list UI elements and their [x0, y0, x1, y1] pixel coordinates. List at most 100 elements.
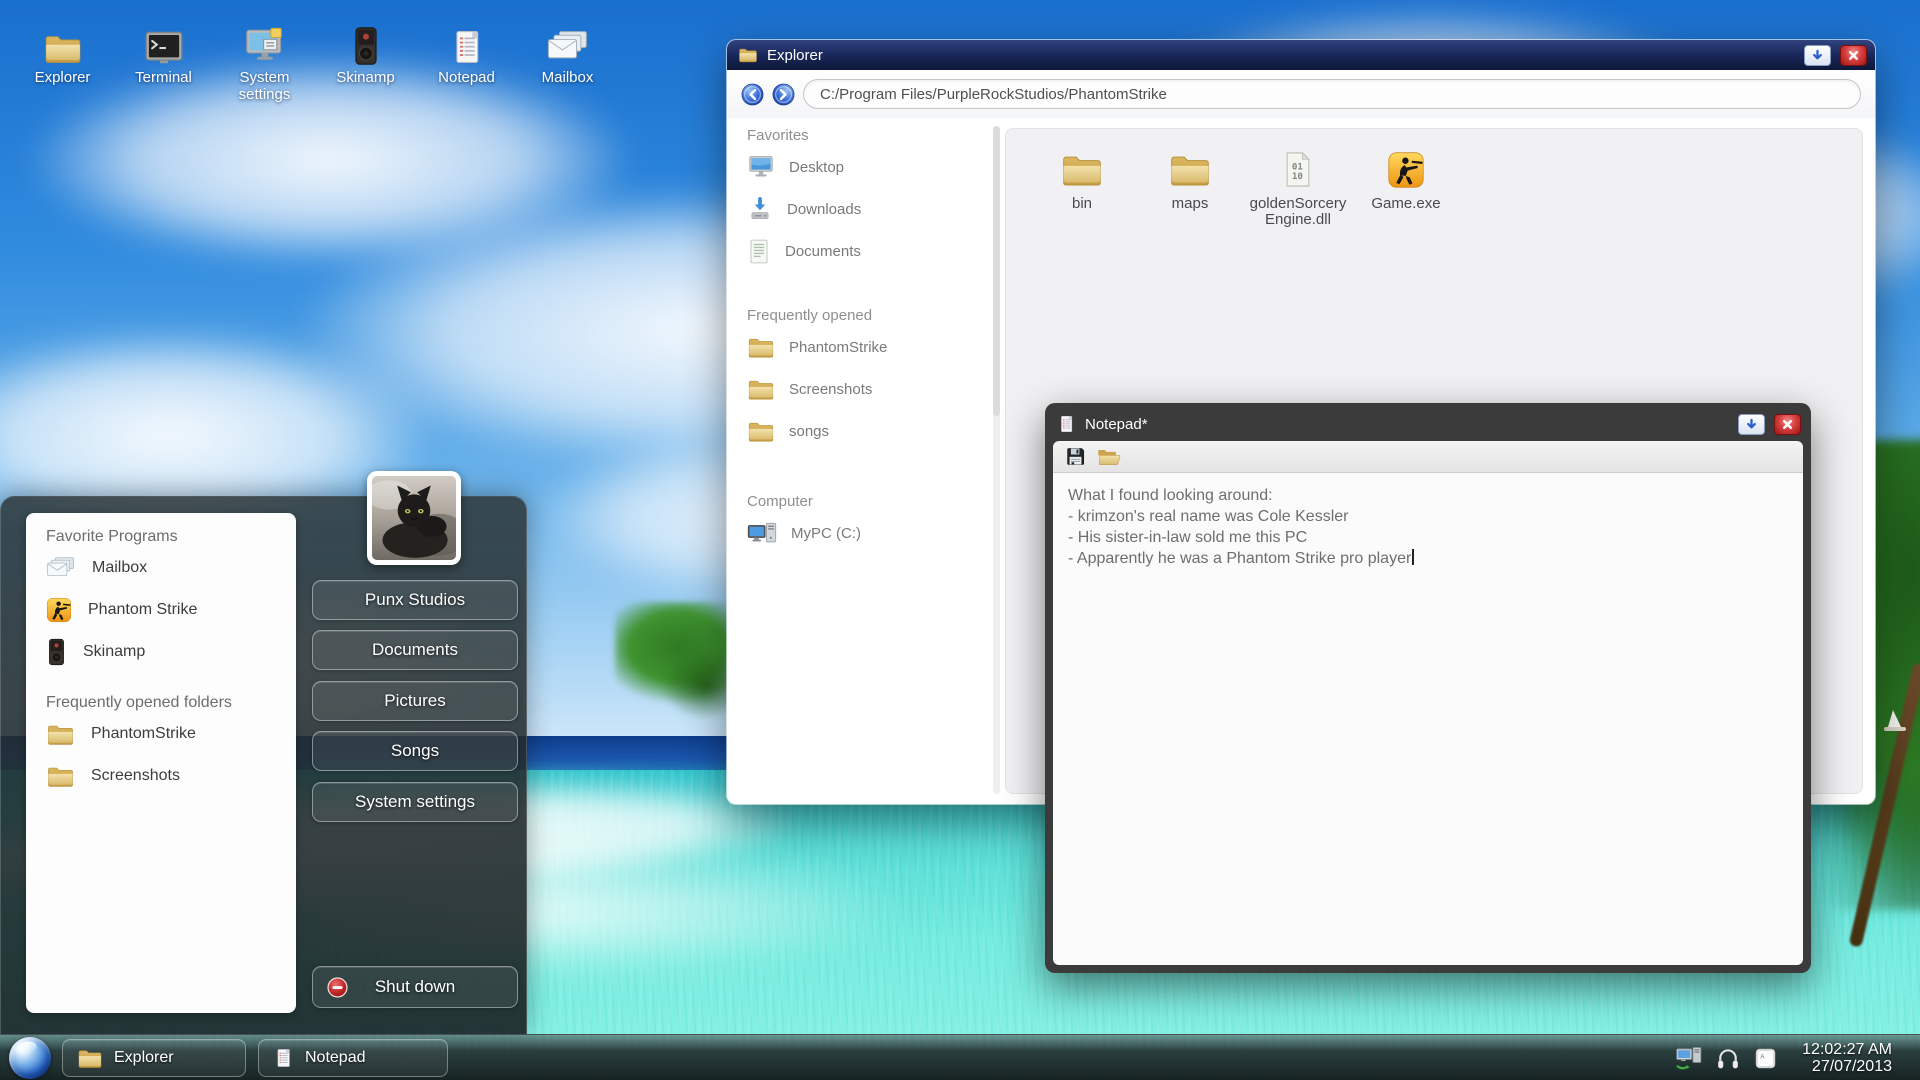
- user-avatar[interactable]: [367, 471, 461, 565]
- start-menu-section-header: Frequently opened folders: [46, 693, 296, 713]
- headphones-icon[interactable]: [1715, 1045, 1741, 1072]
- game-exe-icon: [46, 597, 72, 623]
- mail-stack-icon: [517, 20, 618, 66]
- start-menu-item-phantomstrike-folder[interactable]: PhantomStrike: [46, 713, 296, 755]
- start-menu-button-punx-studios[interactable]: Punx Studios: [312, 580, 518, 620]
- shutdown-button[interactable]: Shut down: [312, 966, 518, 1008]
- start-menu-item-label: Mailbox: [92, 559, 147, 577]
- save-icon: [1065, 446, 1086, 467]
- file-label: Game.exe: [1352, 196, 1460, 212]
- forward-button[interactable]: [772, 83, 795, 106]
- desktop-icon-mailbox[interactable]: Mailbox: [517, 20, 618, 103]
- desktop-icon-explorer[interactable]: Explorer: [12, 20, 113, 103]
- notepad-line-text: - Apparently he was a Phantom Strike pro…: [1068, 550, 1411, 567]
- minimize-button[interactable]: [1804, 45, 1831, 66]
- folder-icon: [12, 20, 113, 66]
- sidebar-item-label: Screenshots: [789, 381, 872, 398]
- system-settings-icon: [214, 20, 315, 66]
- window-title: Notepad*: [1085, 416, 1729, 433]
- start-menu-item-screenshots-folder[interactable]: Screenshots: [46, 755, 296, 797]
- folder-icon: [77, 1047, 103, 1070]
- sidebar-section-header: Computer: [747, 492, 993, 512]
- desktop-icon-label: Skinamp: [315, 69, 416, 86]
- forward-arrow-icon: [772, 83, 795, 106]
- sidebar-item-songs[interactable]: songs: [747, 410, 993, 452]
- game-exe-icon: [1352, 149, 1460, 189]
- start-menu-item-label: Screenshots: [91, 767, 180, 785]
- clock-time: 12:02:27 AM: [1802, 1041, 1892, 1058]
- file-label: goldenSorceryEngine.dll: [1244, 196, 1352, 228]
- minimize-button[interactable]: [1738, 414, 1765, 435]
- sidebar-item-label: songs: [789, 423, 829, 440]
- cat-photo: [372, 476, 456, 560]
- document-icon: [747, 238, 771, 265]
- desktop-icon-system-settings[interactable]: System settings: [214, 20, 315, 103]
- scrollbar-thumb[interactable]: [993, 126, 1000, 416]
- start-menu-list: Favorite Programs Mailbox Phantom Strike…: [26, 513, 296, 1013]
- explorer-titlebar[interactable]: Explorer: [727, 40, 1875, 70]
- desktop-icon-label: Explorer: [12, 69, 113, 86]
- notepad-titlebar[interactable]: Notepad*: [1053, 411, 1803, 441]
- folder-icon: [46, 764, 75, 789]
- desktop-icon-terminal[interactable]: Terminal: [113, 20, 214, 103]
- start-menu-item-mailbox[interactable]: Mailbox: [46, 547, 296, 589]
- desktop-icon-label: System settings: [214, 69, 315, 103]
- text-cursor: [1412, 549, 1414, 565]
- desktop-icon-notepad[interactable]: Notepad: [416, 20, 517, 103]
- open-button[interactable]: [1095, 444, 1121, 470]
- close-x-icon: [1846, 48, 1861, 63]
- desktop-icon-grid: Explorer Terminal System settings Skinam…: [12, 20, 618, 103]
- start-menu-item-phantom-strike[interactable]: Phantom Strike: [46, 589, 296, 631]
- sailboat-hull: [1884, 727, 1906, 731]
- sidebar-item-label: PhantomStrike: [789, 339, 887, 356]
- keyboard-key-icon[interactable]: [1753, 1046, 1778, 1071]
- task-label: Notepad: [305, 1049, 366, 1067]
- terminal-icon: [113, 20, 214, 66]
- sidebar-item-mypc[interactable]: MyPC (C:): [747, 512, 993, 554]
- file-item-maps[interactable]: maps: [1136, 149, 1244, 228]
- sidebar-item-screenshots[interactable]: Screenshots: [747, 368, 993, 410]
- sidebar-item-documents[interactable]: Documents: [747, 230, 993, 272]
- taskbar-task-explorer[interactable]: Explorer: [62, 1039, 246, 1077]
- start-menu-item-skinamp[interactable]: Skinamp: [46, 631, 296, 673]
- sidebar-item-phantomstrike[interactable]: PhantomStrike: [747, 326, 993, 368]
- address-bar[interactable]: C:/Program Files/PurpleRockStudios/Phant…: [803, 79, 1861, 109]
- taskbar-task-notepad[interactable]: Notepad: [258, 1039, 448, 1077]
- desktop-icon-label: Terminal: [113, 69, 214, 86]
- monitor-icon: [747, 154, 775, 180]
- file-item-bin[interactable]: bin: [1028, 149, 1136, 228]
- start-menu-item-label: Skinamp: [83, 643, 145, 661]
- start-menu-button-system-settings[interactable]: System settings: [312, 782, 518, 822]
- desktop-icon-label: Notepad: [416, 69, 517, 86]
- file-item-goldensorceryengine-dll[interactable]: goldenSorceryEngine.dll: [1244, 149, 1352, 228]
- back-button[interactable]: [741, 83, 764, 106]
- close-button[interactable]: [1840, 45, 1867, 66]
- notepad-window: Notepad* What I found looking around: - …: [1045, 403, 1811, 973]
- start-button[interactable]: [9, 1037, 51, 1079]
- start-menu-button-songs[interactable]: Songs: [312, 731, 518, 771]
- minimize-arrow-icon: [1810, 48, 1825, 63]
- explorer-address-row: C:/Program Files/PurpleRockStudios/Phant…: [727, 70, 1875, 118]
- desktop-icon-label: Mailbox: [517, 69, 618, 86]
- folder-icon: [1028, 149, 1136, 189]
- start-menu-section-header: Favorite Programs: [46, 527, 296, 547]
- sidebar-scrollbar[interactable]: [993, 126, 1000, 794]
- sidebar-item-label: Desktop: [789, 159, 844, 176]
- media-player-icon: [46, 638, 67, 666]
- start-menu-button-pictures[interactable]: Pictures: [312, 681, 518, 721]
- computer-icon: [747, 520, 777, 547]
- folder-icon: [747, 335, 775, 360]
- folder-icon: [747, 419, 775, 444]
- start-menu-item-label: Phantom Strike: [88, 601, 197, 619]
- file-item-game-exe[interactable]: Game.exe: [1352, 149, 1460, 228]
- taskbar-clock: 12:02:27 AM 27/07/2013: [1802, 1041, 1892, 1075]
- sidebar-item-downloads[interactable]: Downloads: [747, 188, 993, 230]
- desktop-icon-skinamp[interactable]: Skinamp: [315, 20, 416, 103]
- start-menu-button-documents[interactable]: Documents: [312, 630, 518, 670]
- close-button[interactable]: [1774, 414, 1801, 435]
- sidebar-item-desktop[interactable]: Desktop: [747, 146, 993, 188]
- notepad-text-area[interactable]: What I found looking around: - krimzon's…: [1053, 473, 1803, 965]
- save-button[interactable]: [1062, 444, 1088, 470]
- folder-icon: [738, 46, 758, 64]
- network-computer-icon[interactable]: [1675, 1045, 1703, 1072]
